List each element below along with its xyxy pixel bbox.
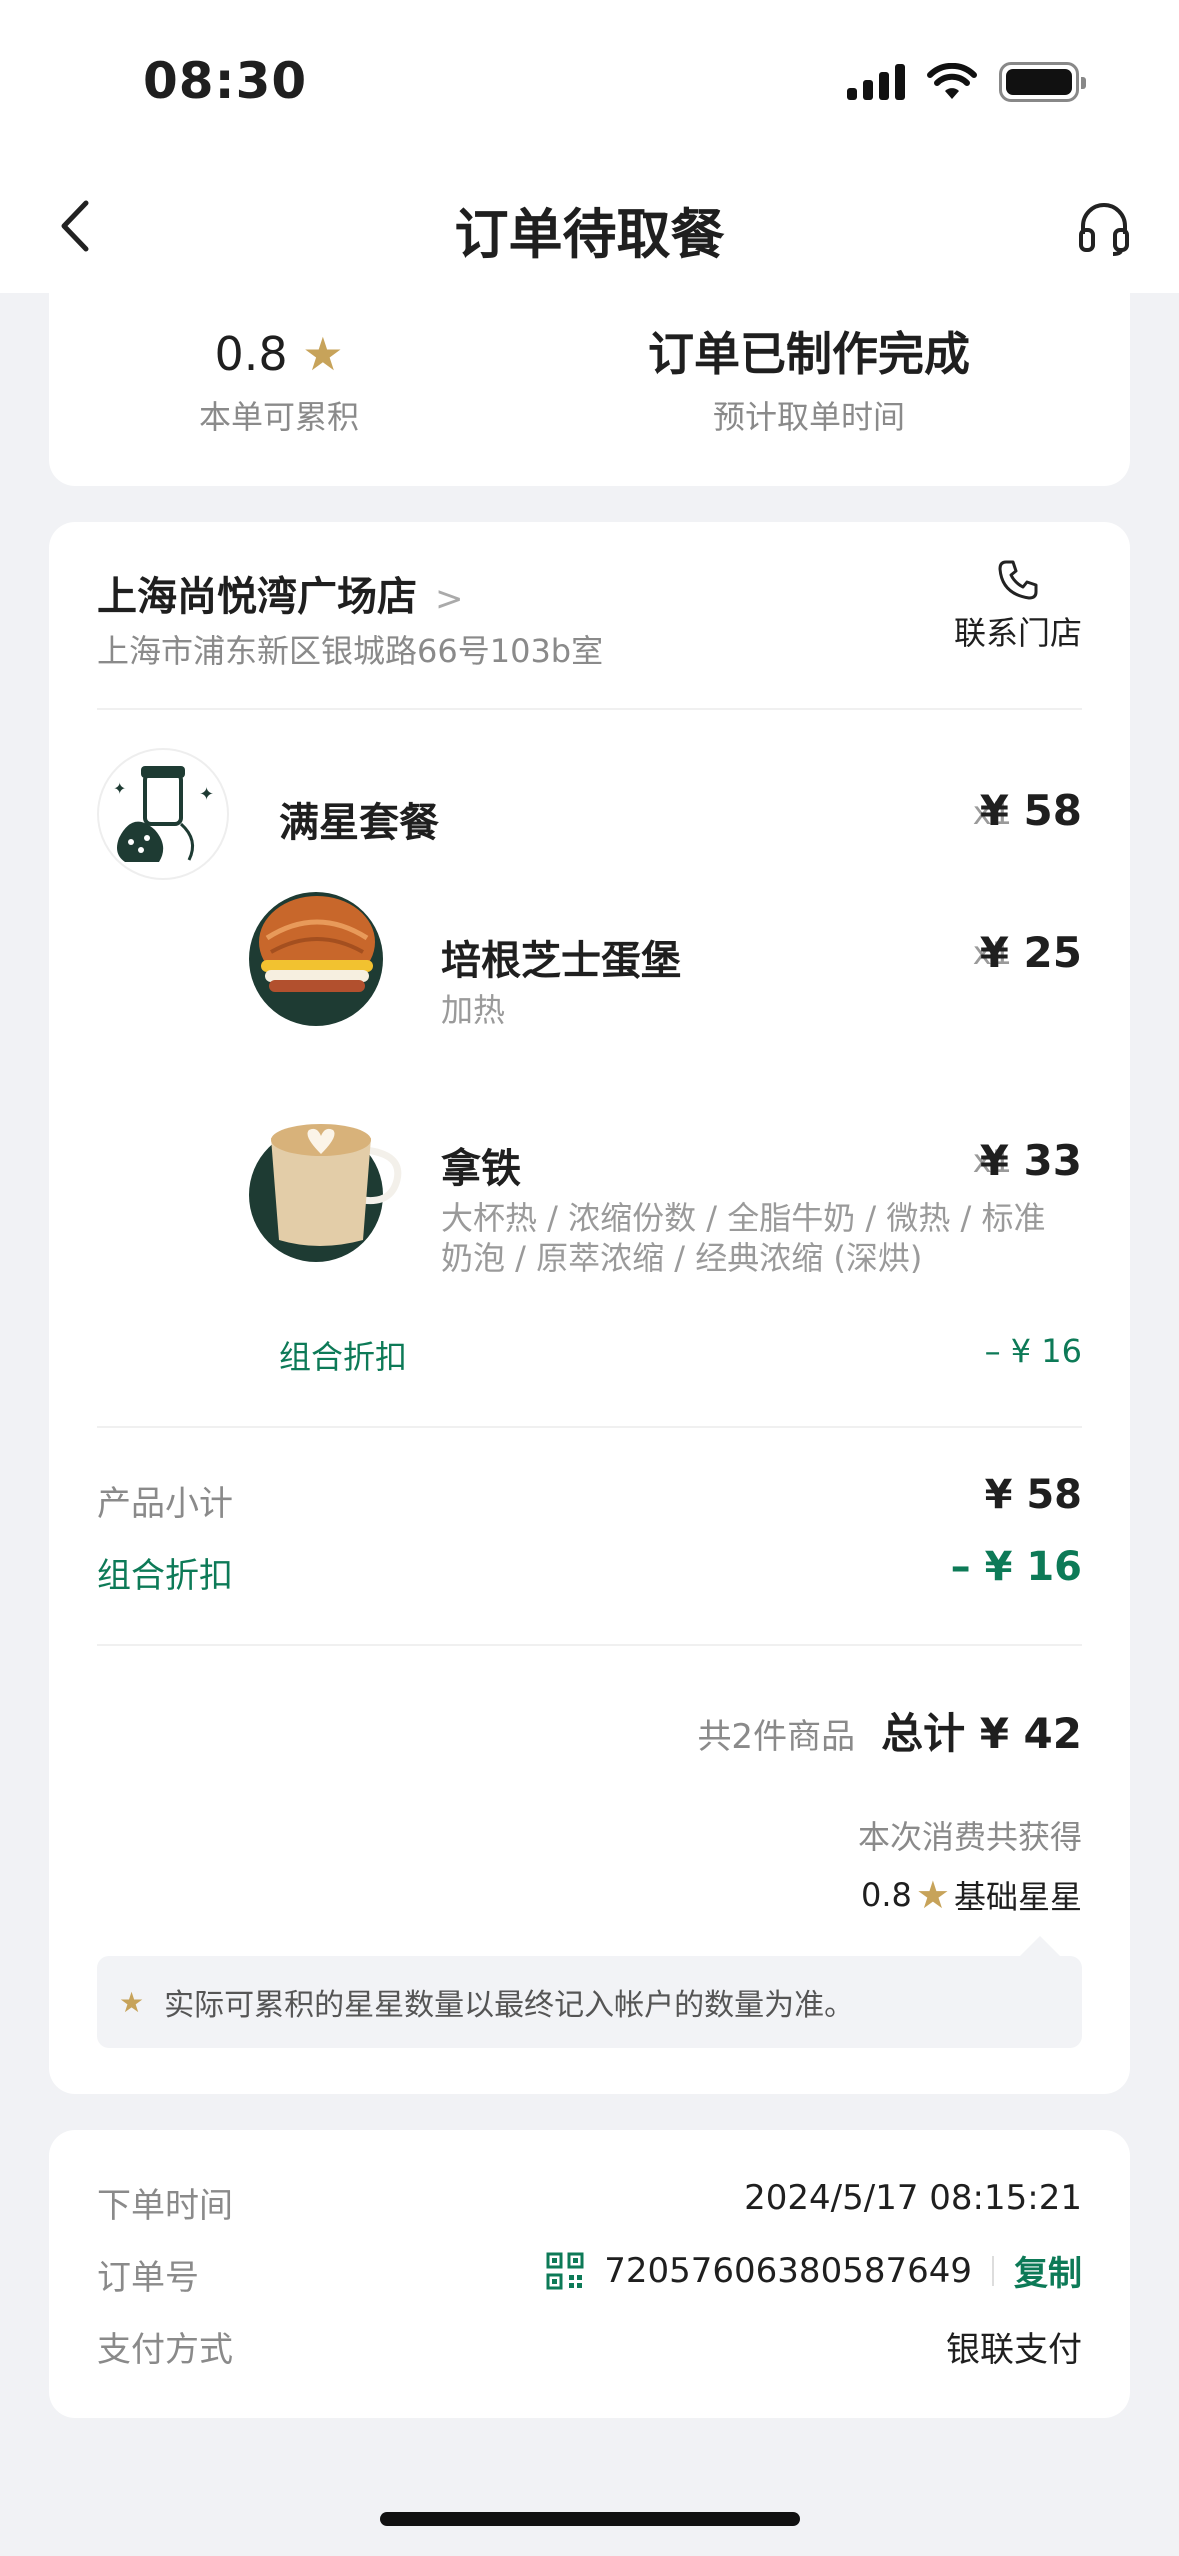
latte-image: [249, 1124, 402, 1262]
separator: [992, 2255, 994, 2286]
home-indicator[interactable]: [380, 2512, 800, 2526]
latte-desc: 大杯热 / 浓缩份数 / 全脂牛奶 / 微热 / 标准奶泡 / 原萃浓缩 / 经…: [441, 1199, 1046, 1277]
total-row: 共2件商品 总计 ¥ 42: [697, 1700, 1082, 1761]
stars-summary: 0.8 ★ 本单可累积: [139, 324, 419, 438]
latte-price: ¥ 33: [979, 1136, 1082, 1185]
divider: [97, 1644, 1082, 1646]
contact-store-button[interactable]: 联系门店: [954, 558, 1082, 654]
headset-icon[interactable]: [1075, 198, 1133, 256]
subtotal-value: ¥ 58: [984, 1472, 1082, 1518]
combo-discount-value: – ¥ 16: [984, 1332, 1082, 1370]
burger-image: [249, 892, 383, 1026]
item-count: 共2件商品: [697, 1717, 856, 1757]
order-number-value: 72057606380587649: [604, 2250, 972, 2291]
order-status: 订单已制作完成: [648, 327, 970, 381]
earned-label: 本次消费共获得: [857, 1818, 1082, 1856]
pickup-label: 预计取单时间: [712, 398, 905, 436]
contact-label: 联系门店: [953, 614, 1082, 652]
status-summary: 订单已制作完成 预计取单时间: [619, 324, 999, 438]
chevron-right-icon: >: [435, 579, 464, 619]
store-address: 上海市浦东新区银城路66号103b室: [97, 632, 604, 670]
battery-icon: [999, 62, 1086, 102]
discount-label: 组合折扣: [97, 1556, 233, 1596]
combo-name: 满星套餐: [279, 800, 439, 846]
earned-unit: 基础星星: [953, 1878, 1082, 1916]
order-card: 上海尚悦湾广场店 > 上海市浦东新区银城路66号103b室 联系门店 ✦ ✦ 满星…: [49, 522, 1130, 2094]
discount-value: – ¥ 16: [950, 1544, 1082, 1590]
burger-name: 培根芝士蛋堡: [441, 938, 681, 984]
summary-card: 0.8 ★ 本单可累积 订单已制作完成 预计取单时间: [49, 262, 1130, 486]
earned-value: 0.8: [861, 1876, 912, 1914]
divider: [97, 708, 1082, 710]
note-pointer: [1020, 1936, 1060, 1956]
svg-text:✦: ✦: [113, 779, 126, 798]
payment-label: 支付方式: [97, 2330, 233, 2370]
page-title: 订单待取餐: [454, 203, 725, 266]
stars-label: 本单可累积: [198, 398, 359, 436]
wifi-icon: [927, 63, 977, 99]
note-text: 实际可累积的星星数量以最终记入帐户的数量为准。: [164, 1988, 855, 2023]
latte-name: 拿铁: [441, 1146, 521, 1192]
earned-stars: 0.8 ★ 基础星星: [861, 1872, 1082, 1918]
subtotal-label: 产品小计: [97, 1484, 233, 1524]
order-info-card: 下单时间 2024/5/17 08:15:21 订单号 720576063805…: [49, 2130, 1130, 2418]
order-number-row: 72057606380587649 复制: [546, 2246, 1082, 2295]
burger-price: ¥ 25: [979, 928, 1082, 977]
qr-code-icon[interactable]: [546, 2252, 584, 2290]
burger-desc: 加热: [441, 991, 506, 1029]
stars-note: ★ 实际可累积的星星数量以最终记入帐户的数量为准。: [97, 1956, 1082, 2048]
combo-discount-label: 组合折扣: [279, 1338, 408, 1376]
svg-text:✦: ✦: [199, 784, 214, 805]
copy-button[interactable]: 复制: [1014, 2246, 1082, 2295]
store-name: 上海尚悦湾广场店: [97, 574, 417, 620]
combo-price: ¥ 58: [979, 786, 1082, 835]
cellular-signal-icon: [847, 64, 905, 100]
store-name-link[interactable]: 上海尚悦湾广场店 >: [97, 564, 464, 622]
order-time-value: 2024/5/17 08:15:21: [744, 2178, 1082, 2218]
star-icon: ★: [915, 1873, 950, 1917]
combo-image: ✦ ✦: [97, 748, 229, 880]
star-icon: ★: [302, 327, 344, 381]
order-time-label: 下单时间: [97, 2186, 233, 2226]
order-number-label: 订单号: [97, 2258, 199, 2298]
status-icons: [847, 62, 1086, 102]
payment-value: 银联支付: [946, 2330, 1082, 2370]
top-bar: 08:30 订单待取餐: [0, 0, 1179, 293]
stars-value: 0.8: [214, 327, 288, 381]
total-value: 总计 ¥ 42: [881, 1709, 1082, 1758]
status-time: 08:30: [143, 52, 308, 110]
phone-icon: [998, 560, 1038, 600]
divider: [97, 1426, 1082, 1428]
star-icon: ★: [119, 1985, 145, 2019]
